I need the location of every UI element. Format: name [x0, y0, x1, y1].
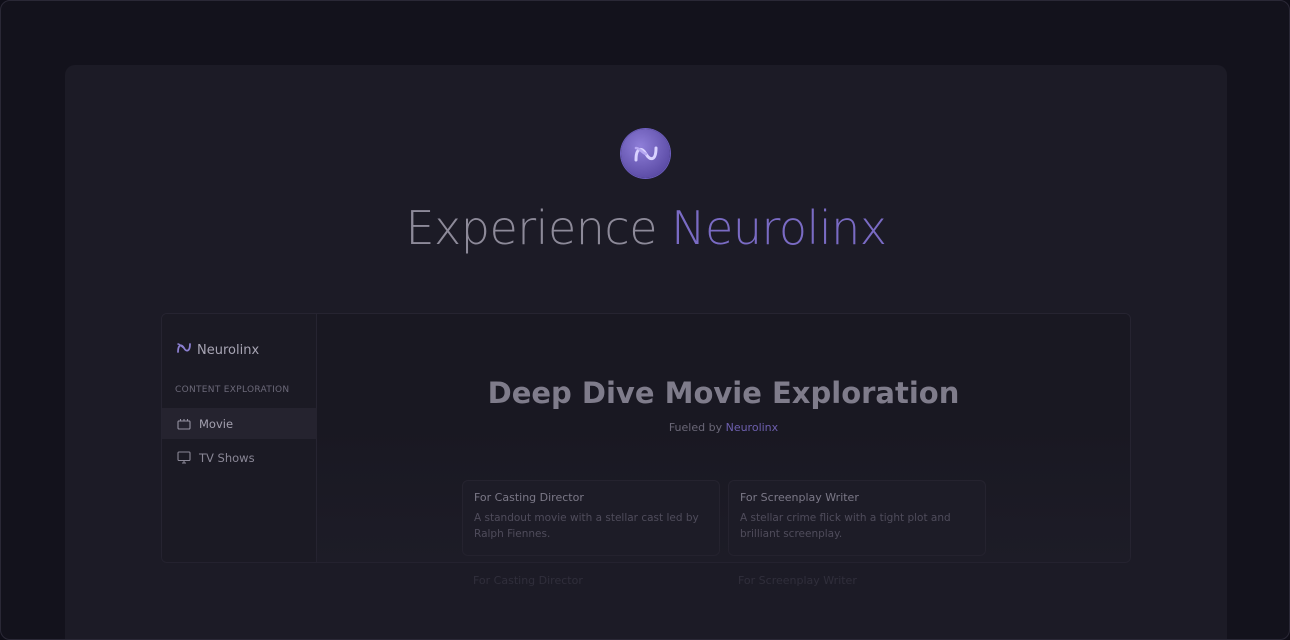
card-title: For Casting Director — [474, 491, 584, 504]
hero-title: Experience Neurolinx — [1, 201, 1289, 255]
sidebar-brand-label: Neurolinx — [197, 342, 260, 358]
subtitle-prefix: Fueled by — [668, 421, 726, 434]
app-window: Neurolinx CONTENT EXPLORATION Movie TV S… — [161, 313, 1131, 563]
sidebar-item-movie[interactable]: Movie — [162, 408, 317, 439]
clapperboard-icon — [177, 417, 191, 431]
section-label: CONTENT EXPLORATION — [175, 385, 290, 395]
suggestion-card-casting[interactable]: For Casting Director A standout movie wi… — [462, 480, 720, 556]
tv-icon — [177, 451, 191, 465]
sidebar-brand[interactable]: Neurolinx — [176, 342, 259, 358]
sidebar-item-label: Movie — [199, 416, 234, 431]
subtitle-accent: Neurolinx — [725, 421, 779, 434]
ghost-card-title: For Screenplay Writer — [738, 574, 857, 587]
neurolinx-logo-icon — [621, 129, 670, 178]
page-title: Deep Dive Movie Exploration — [487, 376, 960, 410]
card-title: For Screenplay Writer — [740, 491, 859, 504]
suggestion-card-screenplay[interactable]: For Screenplay Writer A stellar crime fl… — [728, 480, 986, 556]
card-description: A stellar crime flick with a tight plot … — [740, 512, 951, 540]
sidebar: Neurolinx CONTENT EXPLORATION Movie TV S… — [162, 314, 317, 562]
hero-title-prefix: Experience — [405, 201, 672, 255]
page-subtitle: Fueled by Neurolinx — [317, 421, 1130, 434]
sidebar-item-label: TV Shows — [199, 450, 255, 465]
neurolinx-brand-icon — [176, 342, 192, 358]
card-description: A standout movie with a stellar cast led… — [474, 512, 699, 540]
ghost-card-title: For Casting Director — [473, 574, 583, 587]
app-frame: Experience Neurolinx Neurolinx CONTENT E… — [0, 0, 1290, 640]
main-content: Deep Dive Movie Exploration Fueled by Ne… — [317, 314, 1130, 562]
sidebar-item-tv-shows[interactable]: TV Shows — [162, 442, 317, 473]
hero-title-accent: Neurolinx — [671, 201, 887, 255]
